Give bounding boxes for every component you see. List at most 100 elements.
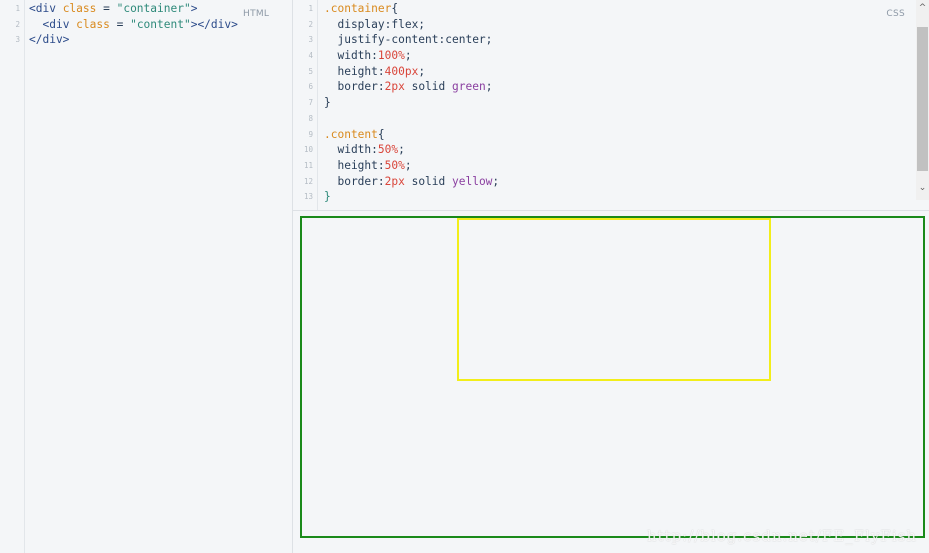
- code-token: width:: [324, 143, 378, 157]
- line-number: 2: [15, 19, 20, 29]
- code-token: 50%: [384, 158, 405, 172]
- code-text: width:100%;: [324, 48, 412, 64]
- code-token: <div: [29, 2, 63, 15]
- line-number: 9: [308, 129, 313, 139]
- line-number: 7: [308, 98, 313, 108]
- code-token: ;: [404, 158, 412, 172]
- code-token: display:: [324, 17, 392, 31]
- css-panel-label: CSS: [886, 9, 905, 19]
- code-text: height:50%;: [324, 158, 412, 174]
- code-token: <div: [42, 17, 77, 31]
- code-token: .container: [324, 2, 392, 15]
- code-token: ;: [404, 49, 412, 63]
- css-code-line[interactable]: 12 border:2px solid yellow;: [293, 174, 929, 190]
- line-number: 13: [303, 192, 313, 202]
- code-text: display:flex;: [324, 17, 425, 33]
- line-number: 10: [303, 145, 313, 155]
- code-token: border:: [324, 80, 385, 94]
- css-scrollbar[interactable]: ^ ⌄: [916, 0, 929, 200]
- html-code-line[interactable]: 3 </div>: [0, 32, 292, 48]
- css-code-line[interactable]: 7}: [293, 95, 929, 111]
- code-token: "content": [130, 17, 191, 31]
- result-preview-panel: http://blog.csdn.net/FE_FlyFish: [293, 211, 929, 553]
- code-token: .content: [324, 127, 378, 141]
- code-token: ></div>: [190, 17, 238, 31]
- code-token: 50%: [377, 143, 399, 157]
- css-code-line[interactable]: 11 height:50%;: [293, 158, 929, 174]
- css-code-line[interactable]: 3 justify-content:center;: [293, 32, 929, 48]
- html-panel-label: HTML: [243, 9, 270, 19]
- code-text: .content{: [324, 127, 385, 143]
- watermark-text: http://blog.csdn.net/FE_FlyFish: [646, 527, 917, 545]
- css-code-line[interactable]: 4 width:100%;: [293, 48, 929, 64]
- line-number: 11: [303, 160, 313, 170]
- line-number: 2: [308, 19, 313, 29]
- code-text: width:50%;: [324, 142, 405, 158]
- css-code-line[interactable]: 8: [293, 111, 929, 127]
- line-number: 3: [15, 35, 20, 45]
- code-token: yellow: [452, 174, 493, 188]
- code-token: ;: [485, 80, 493, 94]
- code-token: ;: [398, 143, 405, 157]
- code-token: solid: [404, 80, 452, 94]
- code-token: {: [377, 127, 385, 141]
- code-text: border:2px solid yellow;: [324, 174, 499, 190]
- code-token: class: [76, 17, 110, 31]
- code-token: =: [109, 17, 131, 31]
- css-code-line[interactable]: 2 display:flex;: [293, 17, 929, 33]
- css-code-lines[interactable]: 1 .container{2 display:flex; 3 justify-con…: [293, 1, 929, 205]
- code-text: <div class = "container">: [29, 1, 197, 17]
- code-token: }: [324, 190, 331, 204]
- line-number: 1: [15, 4, 20, 13]
- code-text: }: [324, 189, 331, 205]
- html-editor-panel[interactable]: 1 <div class = "container"> 2 <div class =…: [0, 0, 293, 553]
- code-token: height:: [324, 64, 385, 78]
- chevron-down-icon[interactable]: ⌄: [916, 182, 929, 194]
- css-code-line[interactable]: 6 border:2px solid green;: [293, 79, 929, 95]
- code-token: ;: [492, 174, 500, 188]
- code-token: flex;: [391, 17, 426, 31]
- code-token: justify-content:: [324, 33, 446, 47]
- code-token: </div>: [29, 33, 70, 47]
- line-number: 4: [308, 51, 313, 61]
- code-token: height:: [324, 158, 385, 172]
- css-code-line[interactable]: 1 .container{: [293, 1, 929, 17]
- code-token: ;: [418, 64, 426, 78]
- code-token: =: [96, 2, 117, 15]
- code-text: </div>: [29, 32, 69, 48]
- code-text: .container{: [324, 1, 398, 17]
- content-box: [457, 218, 771, 381]
- line-number: 3: [308, 35, 313, 45]
- code-token: border:: [324, 174, 385, 188]
- code-token: }: [324, 96, 331, 110]
- css-code-line[interactable]: 10 width:50%;: [293, 142, 929, 158]
- html-code-line[interactable]: 2 <div class = "content"></div>: [0, 17, 292, 33]
- css-editor-panel[interactable]: 1 .container{2 display:flex; 3 justify-con…: [293, 0, 929, 211]
- html-line-gutter: [0, 0, 25, 553]
- code-token: green: [452, 80, 486, 94]
- code-text: }: [324, 95, 331, 111]
- code-token: class: [62, 2, 97, 15]
- code-text: border:2px solid green;: [324, 79, 492, 95]
- code-token: width:: [324, 49, 378, 63]
- line-number: 6: [308, 82, 313, 92]
- css-code-line[interactable]: 5 height:400px;: [293, 64, 929, 80]
- code-token: 2px: [384, 174, 405, 188]
- code-token: solid: [404, 174, 452, 188]
- scrollbar-thumb[interactable]: [917, 27, 928, 171]
- line-number: 8: [308, 113, 313, 123]
- chevron-up-icon[interactable]: ^: [916, 2, 929, 14]
- code-token: "container": [116, 2, 191, 15]
- line-number: 5: [308, 66, 313, 76]
- css-code-line[interactable]: 9 .content{: [293, 127, 929, 143]
- container-box: [300, 216, 925, 538]
- code-token: 2px: [384, 80, 405, 94]
- code-token: >: [190, 2, 198, 15]
- code-token: 400px: [384, 64, 419, 78]
- code-text: justify-content:center;: [324, 32, 492, 48]
- code-text: height:400px;: [324, 64, 425, 80]
- line-number: 1: [308, 4, 313, 13]
- code-token: {: [391, 2, 399, 15]
- css-code-line[interactable]: 13}: [293, 189, 929, 205]
